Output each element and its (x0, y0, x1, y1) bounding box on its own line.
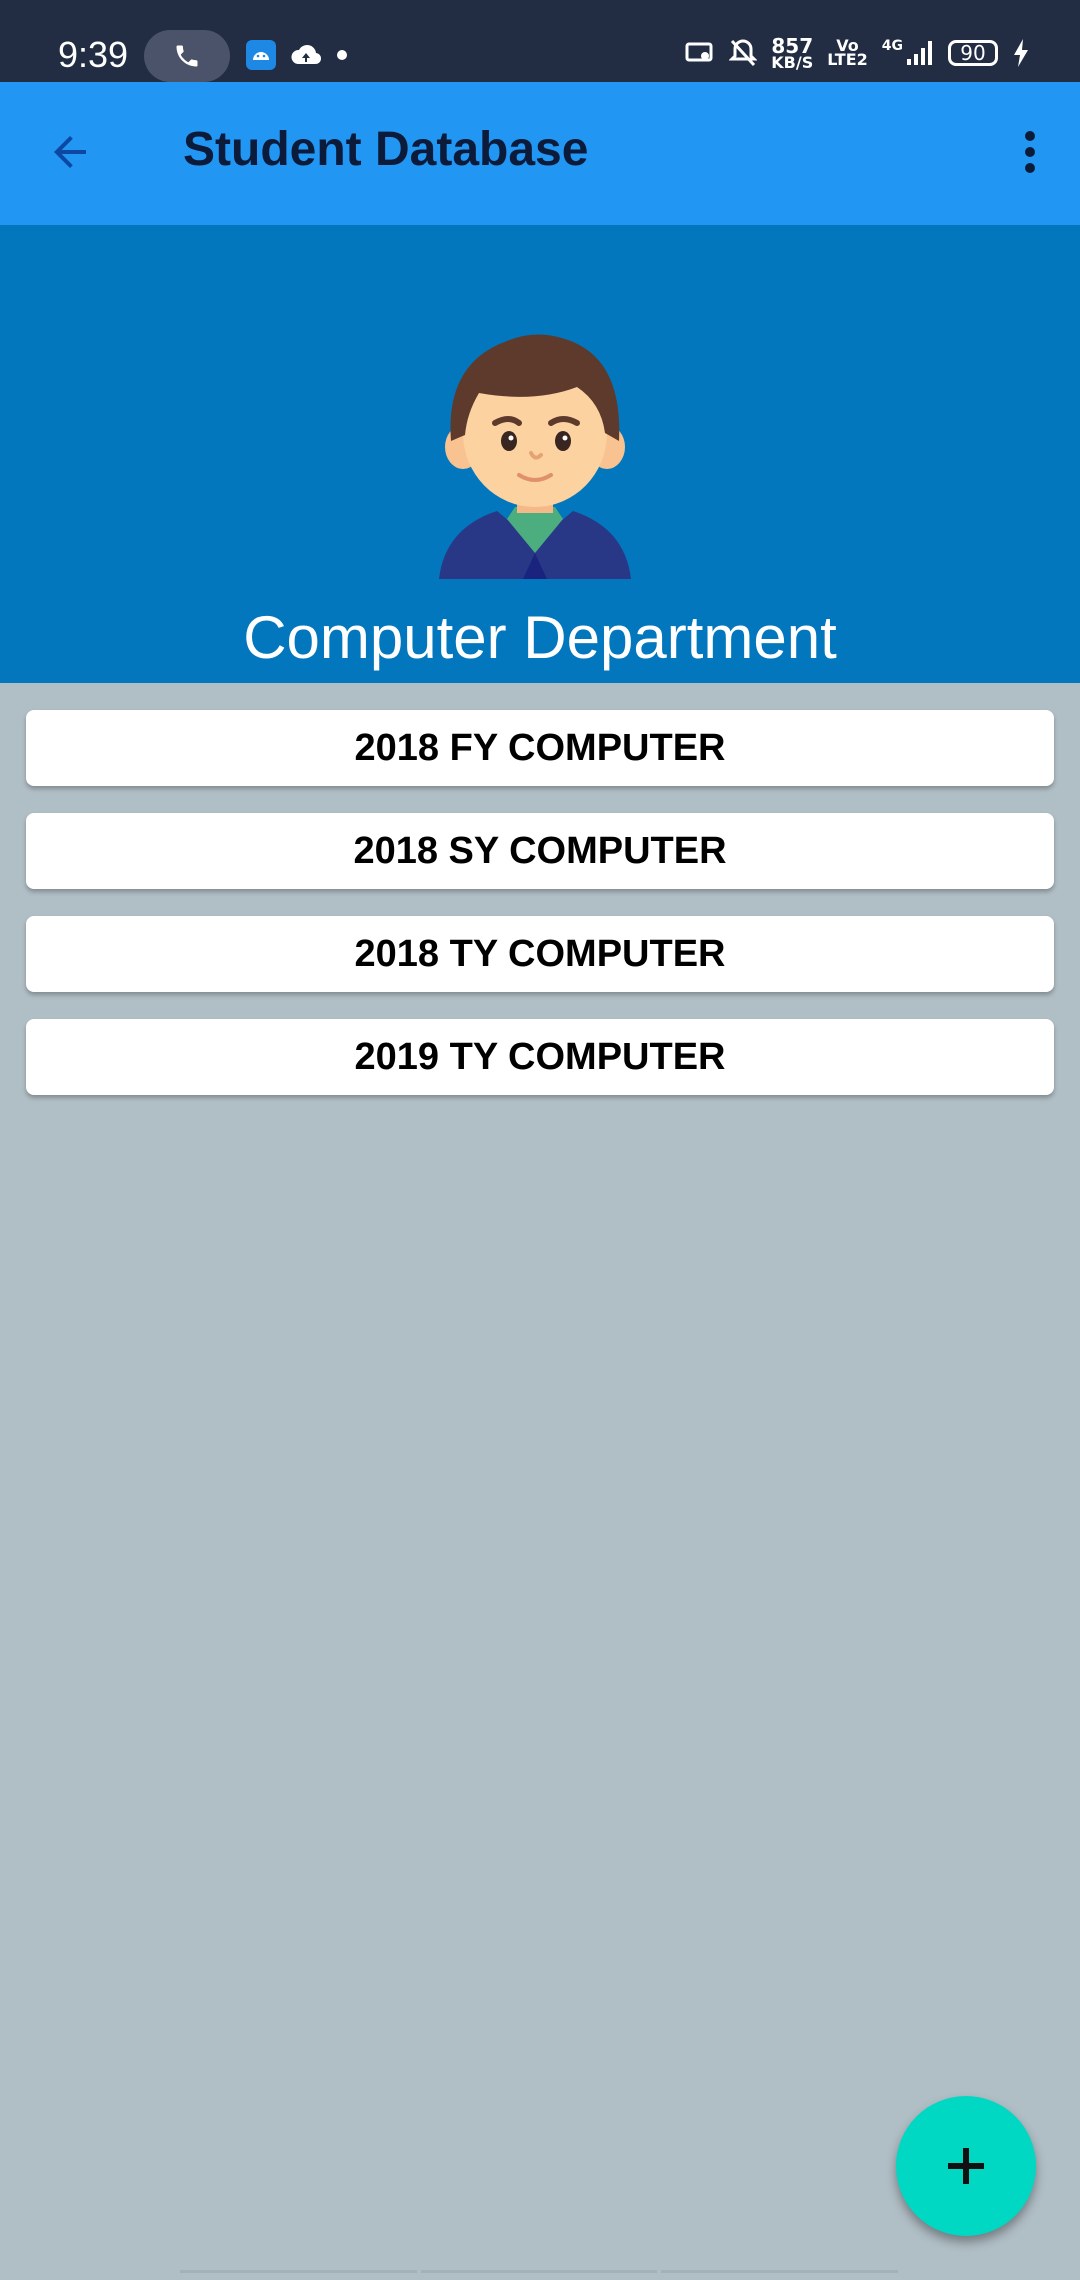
status-time: 9:39 (58, 34, 129, 75)
volte-bottom: LTE2 (827, 50, 868, 69)
class-item-2018-sy[interactable]: 2018 SY COMPUTER (26, 813, 1054, 889)
status-bar: 9:39 857 KB/S Vo LTE2 4G 90 (0, 0, 1080, 82)
overflow-menu-button[interactable] (1000, 122, 1060, 182)
class-item-2018-fy[interactable]: 2018 FY COMPUTER (26, 710, 1054, 786)
dot-icon (337, 50, 347, 60)
more-vert-icon (1025, 131, 1035, 173)
system-status-icons: 857 KB/S Vo LTE2 4G 90 (685, 36, 1030, 72)
battery-indicator: 90 (948, 40, 998, 66)
student-avatar-icon (439, 334, 631, 579)
cloud-upload-icon (291, 45, 322, 65)
phone-icon (176, 45, 198, 67)
cast-icon (685, 42, 713, 62)
add-class-button[interactable] (896, 2096, 1036, 2236)
volte-indicator: Vo LTE2 (827, 38, 868, 69)
bell-off-icon (729, 39, 758, 67)
notification-icons (246, 40, 348, 70)
department-title: Computer Department (243, 604, 837, 671)
page-title: Student Database (183, 123, 589, 176)
class-item-2018-ty[interactable]: 2018 TY COMPUTER (26, 916, 1054, 992)
class-list: 2018 FY COMPUTER 2018 SY COMPUTER 2018 T… (26, 710, 1054, 1122)
back-button[interactable] (40, 122, 100, 182)
plus-icon (948, 2148, 984, 2184)
app-bar: Student Database (0, 82, 1080, 225)
arrow-back-icon (54, 136, 86, 168)
network-speed: 857 KB/S (771, 36, 814, 72)
charging-icon (1014, 39, 1028, 67)
signal-indicator: 4G (882, 39, 934, 67)
signal-icon (907, 41, 932, 65)
ongoing-call-pill[interactable] (144, 30, 230, 82)
gesture-nav-hint (178, 2270, 900, 2280)
network-speed-unit: KB/S (771, 53, 814, 72)
network-type: 4G (881, 38, 903, 54)
department-header: Computer Department (0, 225, 1080, 683)
app-icon (246, 40, 276, 70)
battery-level: 90 (960, 41, 986, 65)
class-item-2019-ty[interactable]: 2019 TY COMPUTER (26, 1019, 1054, 1095)
